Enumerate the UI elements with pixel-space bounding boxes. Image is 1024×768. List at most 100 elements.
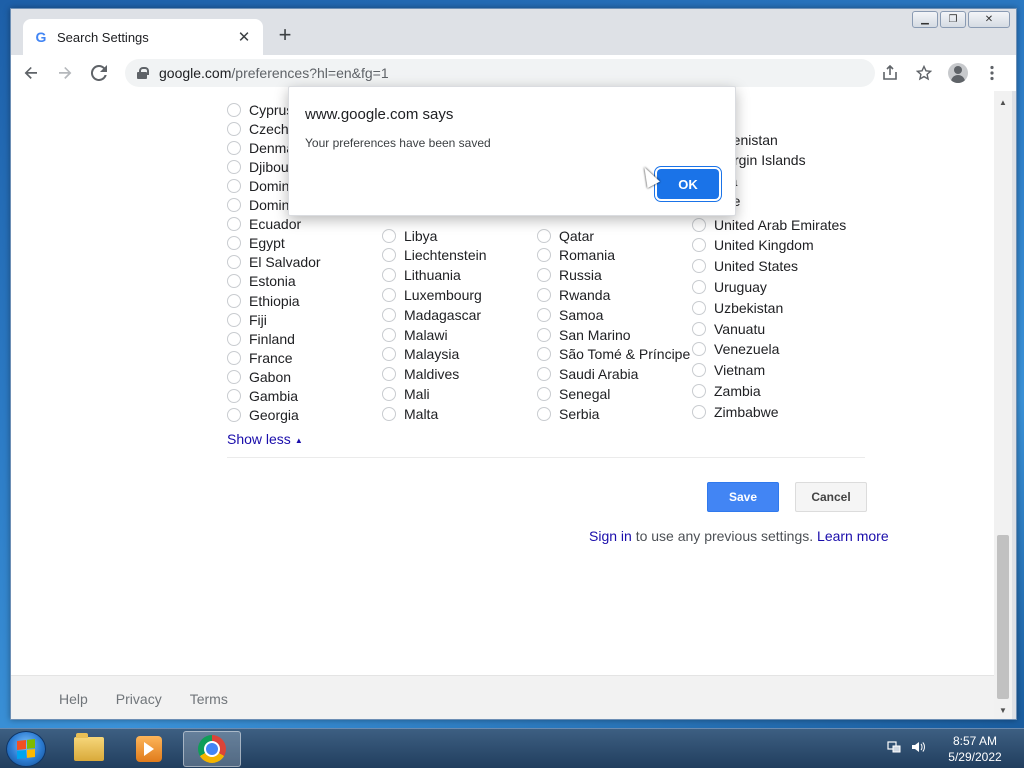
radio-button[interactable] [692, 404, 706, 419]
region-option[interactable]: Malawi [382, 325, 448, 344]
region-option[interactable]: Venezuela [692, 340, 779, 359]
back-arrow-icon[interactable] [17, 59, 45, 87]
radio-button[interactable] [227, 102, 241, 117]
tab-close-icon[interactable]: ✕ [235, 28, 253, 46]
region-option[interactable]: Qatar [537, 226, 594, 245]
vertical-scrollbar[interactable]: ▲ ▼ [994, 91, 1012, 719]
sign-in-link[interactable]: Sign in [589, 528, 632, 544]
region-option[interactable]: Luxembourg [382, 285, 482, 304]
forward-arrow-icon[interactable] [51, 59, 79, 87]
region-option[interactable]: Finland [227, 329, 295, 348]
radio-button[interactable] [382, 248, 396, 263]
region-option[interactable]: Malta [382, 404, 438, 423]
browser-tab[interactable]: G Search Settings ✕ [23, 19, 263, 55]
radio-button[interactable] [382, 307, 396, 322]
radio-button[interactable] [692, 259, 706, 274]
region-option[interactable]: Liechtenstein [382, 246, 487, 265]
radio-button[interactable] [537, 347, 551, 362]
region-option[interactable]: Malaysia [382, 345, 459, 364]
radio-button[interactable] [227, 408, 241, 423]
radio-button[interactable] [692, 321, 706, 336]
radio-button[interactable] [227, 331, 241, 346]
reload-icon[interactable] [85, 59, 113, 87]
radio-button[interactable] [227, 255, 241, 270]
region-option[interactable]: Lithuania [382, 266, 461, 285]
radio-button[interactable] [537, 406, 551, 421]
radio-button[interactable] [692, 342, 706, 357]
scroll-down-arrow-icon[interactable]: ▼ [994, 703, 1012, 717]
radio-button[interactable] [382, 287, 396, 302]
radio-button[interactable] [382, 268, 396, 283]
region-option[interactable]: Djibout [227, 157, 293, 176]
maximize-button[interactable]: ❐ [940, 11, 966, 28]
radio-button[interactable] [227, 121, 241, 136]
show-less-link[interactable]: Show less ▲ [227, 431, 303, 447]
chrome-icon[interactable] [183, 731, 241, 767]
region-option[interactable]: Zambia [692, 381, 761, 400]
network-icon[interactable] [886, 739, 902, 755]
region-option[interactable]: Ecuador [227, 215, 301, 234]
radio-button[interactable] [537, 287, 551, 302]
radio-button[interactable] [692, 279, 706, 294]
region-option[interactable]: Maldives [382, 365, 459, 384]
volume-icon[interactable] [910, 739, 926, 755]
region-option[interactable]: Senegal [537, 384, 610, 403]
radio-button[interactable] [692, 383, 706, 398]
footer-privacy-link[interactable]: Privacy [116, 691, 162, 707]
radio-button[interactable] [537, 386, 551, 401]
radio-button[interactable] [227, 217, 241, 232]
radio-button[interactable] [227, 159, 241, 174]
star-icon[interactable] [910, 59, 938, 87]
region-option[interactable]: Russia [537, 266, 602, 285]
menu-icon[interactable] [978, 59, 1006, 87]
region-option[interactable]: Uruguay [692, 277, 767, 296]
region-option[interactable]: Gabon [227, 367, 291, 386]
ok-button[interactable]: OK [657, 169, 719, 199]
minimize-button[interactable]: ▁ [912, 11, 938, 28]
system-clock[interactable]: 8:57 AM 5/29/2022 [940, 733, 1010, 765]
radio-button[interactable] [227, 350, 241, 365]
radio-button[interactable] [692, 217, 706, 232]
save-button[interactable]: Save [707, 482, 779, 512]
radio-button[interactable] [382, 347, 396, 362]
region-option[interactable]: France [227, 348, 293, 367]
scrollbar-thumb[interactable] [997, 535, 1009, 699]
region-option[interactable]: Saudi Arabia [537, 365, 638, 384]
region-option[interactable]: United Arab Emirates [692, 215, 846, 234]
region-option[interactable]: Serbia [537, 404, 599, 423]
radio-button[interactable] [227, 178, 241, 193]
address-bar[interactable]: google.com/preferences?hl=en&fg=1 [125, 59, 875, 87]
radio-button[interactable] [537, 327, 551, 342]
radio-button[interactable] [382, 367, 396, 382]
region-option[interactable]: Fiji [227, 310, 267, 329]
radio-button[interactable] [227, 198, 241, 212]
radio-button[interactable] [537, 268, 551, 283]
radio-button[interactable] [382, 228, 396, 243]
region-option[interactable]: Uzbekistan [692, 298, 783, 317]
footer-terms-link[interactable]: Terms [190, 691, 228, 707]
radio-button[interactable] [537, 307, 551, 322]
radio-button[interactable] [692, 238, 706, 253]
radio-button[interactable] [382, 406, 396, 421]
share-icon[interactable] [876, 59, 904, 87]
region-option[interactable]: Cyprus [227, 100, 293, 119]
region-option[interactable]: Domini [227, 176, 293, 195]
cancel-button[interactable]: Cancel [795, 482, 867, 512]
region-option[interactable]: Gambia [227, 387, 298, 406]
region-option[interactable]: Czechi [227, 119, 292, 138]
region-option[interactable]: Vietnam [692, 361, 765, 380]
scroll-up-arrow-icon[interactable]: ▲ [994, 95, 1012, 109]
radio-button[interactable] [227, 369, 241, 384]
region-option[interactable]: Egypt [227, 234, 285, 253]
region-option[interactable]: Libya [382, 226, 437, 245]
region-option[interactable]: Zimbabwe [692, 402, 779, 421]
region-option[interactable]: Georgia [227, 406, 299, 425]
radio-button[interactable] [382, 327, 396, 342]
folder-icon[interactable] [60, 731, 118, 767]
region-option[interactable]: United Kingdom [692, 236, 814, 255]
region-option[interactable]: Madagascar [382, 305, 481, 324]
region-option[interactable]: Ethiopia [227, 291, 300, 310]
radio-button[interactable] [692, 300, 706, 315]
media-player-icon[interactable] [120, 731, 178, 767]
new-tab-button[interactable]: + [273, 22, 297, 47]
